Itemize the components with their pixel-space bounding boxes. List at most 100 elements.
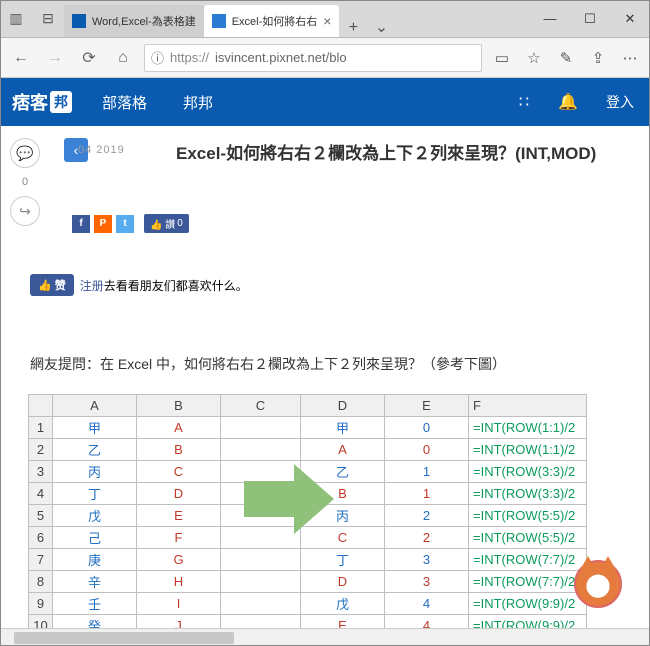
- site-logo[interactable]: 痞客邦: [0, 89, 84, 115]
- tab-actions-icon[interactable]: ▥: [0, 0, 32, 37]
- login-button[interactable]: 登入: [590, 92, 650, 112]
- close-tab-icon[interactable]: ×: [323, 13, 331, 29]
- bell-icon[interactable]: 🔔: [546, 92, 590, 112]
- col-header[interactable]: C: [221, 395, 301, 417]
- cell[interactable]: 2: [385, 505, 469, 527]
- cell[interactable]: D: [301, 571, 385, 593]
- settings-icon[interactable]: ⋯: [618, 46, 642, 70]
- row-header[interactable]: 8: [29, 571, 53, 593]
- cell[interactable]: 0: [385, 417, 469, 439]
- cell[interactable]: =INT(ROW(7:7)/2: [469, 549, 587, 571]
- cell[interactable]: 1: [385, 483, 469, 505]
- fox-avatar[interactable]: [574, 560, 622, 608]
- cell[interactable]: =INT(ROW(5:5)/2: [469, 527, 587, 549]
- col-header[interactable]: B: [137, 395, 221, 417]
- cell[interactable]: A: [301, 439, 385, 461]
- cell[interactable]: 戊: [53, 505, 137, 527]
- fb-like-button[interactable]: 👍 赞: [30, 274, 74, 296]
- cell[interactable]: =INT(ROW(3:3)/2: [469, 461, 587, 483]
- cell[interactable]: =INT(ROW(1:1)/2: [469, 439, 587, 461]
- cell[interactable]: =INT(ROW(5:5)/2: [469, 505, 587, 527]
- fb-register-link[interactable]: 注册: [80, 279, 104, 293]
- col-header[interactable]: D: [301, 395, 385, 417]
- tab-active[interactable]: Excel-如何將右右 ×: [204, 5, 340, 37]
- corner-cell[interactable]: [29, 395, 53, 417]
- cell[interactable]: 丙: [53, 461, 137, 483]
- cell[interactable]: [221, 549, 301, 571]
- cell[interactable]: 辛: [53, 571, 137, 593]
- row-header[interactable]: 2: [29, 439, 53, 461]
- nav-bangbang[interactable]: 邦邦: [165, 78, 231, 126]
- share-fb-icon[interactable]: f: [72, 215, 90, 233]
- grid-icon[interactable]: ∷: [502, 92, 546, 112]
- like-button[interactable]: 👍 讚0: [144, 214, 189, 233]
- row-header[interactable]: 9: [29, 593, 53, 615]
- col-header[interactable]: F: [469, 395, 587, 417]
- row-header[interactable]: 6: [29, 527, 53, 549]
- cell[interactable]: C: [137, 461, 221, 483]
- cell[interactable]: 甲: [53, 417, 137, 439]
- share-plurk-icon[interactable]: P: [94, 215, 112, 233]
- maximize-button[interactable]: ☐: [570, 0, 610, 37]
- tab-inactive[interactable]: Word,Excel-為表格建: [64, 5, 204, 37]
- nav-blog[interactable]: 部落格: [84, 78, 165, 126]
- cell[interactable]: A: [137, 417, 221, 439]
- horizontal-scrollbar[interactable]: [0, 628, 650, 646]
- cell[interactable]: G: [137, 549, 221, 571]
- share-icon[interactable]: ⇪: [586, 46, 610, 70]
- cell[interactable]: [221, 417, 301, 439]
- cell[interactable]: =INT(ROW(9:9)/2: [469, 593, 587, 615]
- minimize-button[interactable]: —: [530, 0, 570, 37]
- row-header[interactable]: 1: [29, 417, 53, 439]
- cell[interactable]: 3: [385, 571, 469, 593]
- share-twitter-icon[interactable]: t: [116, 215, 134, 233]
- site-info-icon[interactable]: ⓘ: [151, 48, 164, 67]
- row-header[interactable]: 5: [29, 505, 53, 527]
- tab-overflow-icon[interactable]: ⌄: [367, 17, 395, 37]
- cell[interactable]: I: [137, 593, 221, 615]
- cell[interactable]: 1: [385, 461, 469, 483]
- scrollbar-thumb[interactable]: [14, 632, 234, 644]
- reading-view-icon[interactable]: ▭: [490, 46, 514, 70]
- col-header[interactable]: E: [385, 395, 469, 417]
- home-button[interactable]: ⌂: [110, 45, 136, 71]
- col-header[interactable]: A: [53, 395, 137, 417]
- cell[interactable]: 己: [53, 527, 137, 549]
- cell[interactable]: 庚: [53, 549, 137, 571]
- cell[interactable]: B: [137, 439, 221, 461]
- cell[interactable]: 甲: [301, 417, 385, 439]
- cell[interactable]: F: [137, 527, 221, 549]
- cell[interactable]: [221, 571, 301, 593]
- reload-button[interactable]: ⟳: [76, 45, 102, 71]
- cell[interactable]: 4: [385, 593, 469, 615]
- cell[interactable]: H: [137, 571, 221, 593]
- cell[interactable]: [221, 593, 301, 615]
- cell[interactable]: D: [137, 483, 221, 505]
- cell[interactable]: 乙: [53, 439, 137, 461]
- cell[interactable]: 0: [385, 439, 469, 461]
- cell[interactable]: 壬: [53, 593, 137, 615]
- cell[interactable]: =INT(ROW(7:7)/2: [469, 571, 587, 593]
- new-tab-button[interactable]: +: [339, 19, 367, 37]
- cell[interactable]: 3: [385, 549, 469, 571]
- cell[interactable]: [221, 439, 301, 461]
- back-button[interactable]: ←: [8, 45, 34, 71]
- close-window-button[interactable]: ✕: [610, 0, 650, 37]
- cell[interactable]: =INT(ROW(3:3)/2: [469, 483, 587, 505]
- tab-preview-icon[interactable]: ⊟: [32, 0, 64, 37]
- cell[interactable]: 2: [385, 527, 469, 549]
- cell[interactable]: =INT(ROW(1:1)/2: [469, 417, 587, 439]
- cell[interactable]: 丁: [53, 483, 137, 505]
- forward-button[interactable]: →: [42, 45, 68, 71]
- row-header[interactable]: 7: [29, 549, 53, 571]
- cell[interactable]: E: [137, 505, 221, 527]
- cell[interactable]: 丁: [301, 549, 385, 571]
- row-header[interactable]: 4: [29, 483, 53, 505]
- comment-icon[interactable]: 💬: [10, 138, 40, 168]
- share-rail-icon[interactable]: ↪: [10, 196, 40, 226]
- cell[interactable]: 戊: [301, 593, 385, 615]
- row-header[interactable]: 3: [29, 461, 53, 483]
- notes-icon[interactable]: ✎: [554, 46, 578, 70]
- favorite-icon[interactable]: ☆: [522, 46, 546, 70]
- address-bar[interactable]: ⓘ https://isvincent.pixnet.net/blo: [144, 44, 482, 72]
